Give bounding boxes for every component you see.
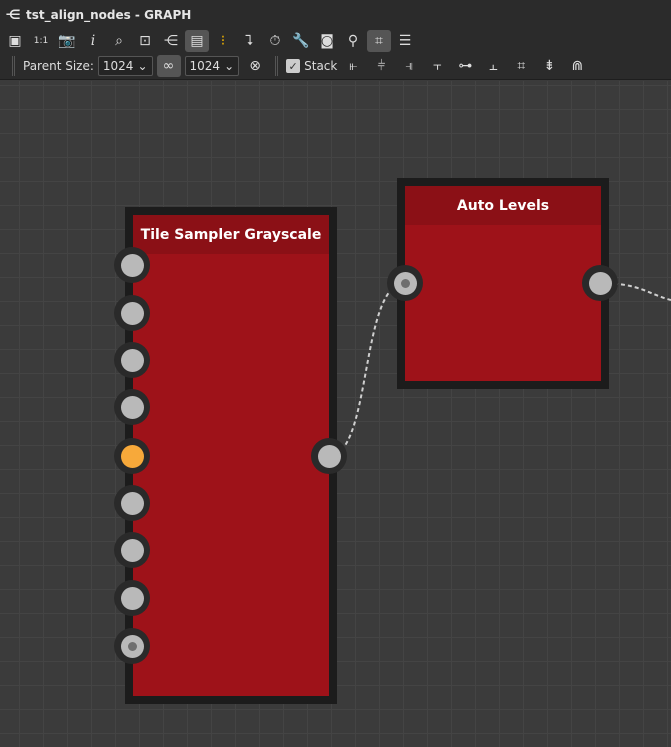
input-port[interactable] <box>114 247 150 283</box>
input-port[interactable] <box>114 485 150 521</box>
node-auto-levels[interactable]: Auto Levels <box>397 178 609 389</box>
input-port[interactable] <box>114 532 150 568</box>
input-port[interactable] <box>114 438 150 474</box>
node-title: Tile Sampler Grayscale <box>133 215 329 254</box>
input-port[interactable] <box>114 295 150 331</box>
input-port[interactable] <box>387 265 423 301</box>
input-port[interactable] <box>114 628 150 664</box>
output-port[interactable] <box>582 265 618 301</box>
input-port[interactable] <box>114 342 150 378</box>
output-port[interactable] <box>311 438 347 474</box>
node-title: Auto Levels <box>405 186 601 225</box>
input-port[interactable] <box>114 580 150 616</box>
wire <box>328 282 406 457</box>
input-port[interactable] <box>114 389 150 425</box>
node-tile-sampler-grayscale[interactable]: Tile Sampler Grayscale <box>125 207 337 704</box>
